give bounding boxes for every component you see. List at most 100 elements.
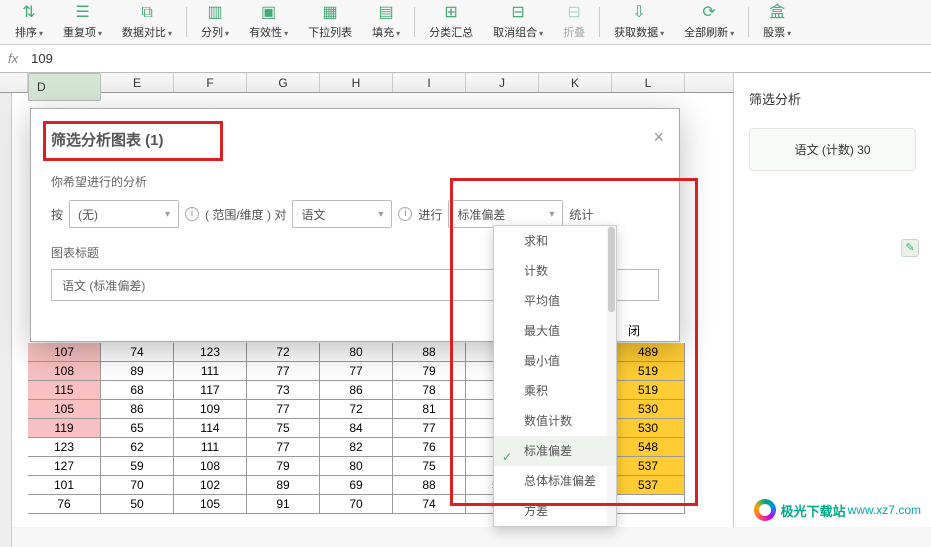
- cell[interactable]: 81: [393, 400, 466, 419]
- cell[interactable]: 75: [247, 419, 320, 438]
- col-header[interactable]: J: [466, 73, 539, 92]
- col-header[interactable]: G: [247, 73, 320, 92]
- edit-icon[interactable]: ✎: [901, 239, 919, 257]
- cell[interactable]: 101: [28, 476, 101, 495]
- dropdown-item[interactable]: 方差: [494, 496, 616, 526]
- cell[interactable]: 117: [174, 381, 247, 400]
- cell[interactable]: 519: [612, 381, 685, 400]
- cell[interactable]: 119: [28, 419, 101, 438]
- cell[interactable]: 530: [612, 419, 685, 438]
- info-icon[interactable]: i: [185, 207, 199, 221]
- col-header[interactable]: K: [539, 73, 612, 92]
- dropdown-item[interactable]: 计数: [494, 256, 616, 286]
- ribbon-collapse[interactable]: ⊟折叠: [553, 1, 595, 43]
- info-icon[interactable]: i: [398, 207, 412, 221]
- dropdown-item[interactable]: 乘积: [494, 376, 616, 406]
- cell[interactable]: 105: [174, 495, 247, 514]
- col-header[interactable]: L: [612, 73, 685, 92]
- cell[interactable]: 79: [247, 457, 320, 476]
- cell[interactable]: 108: [174, 457, 247, 476]
- ribbon-getdata[interactable]: ⇩获取数据▾: [604, 1, 674, 43]
- cell[interactable]: 86: [320, 381, 393, 400]
- cell[interactable]: 88: [393, 476, 466, 495]
- cell[interactable]: 107: [28, 343, 101, 362]
- cell[interactable]: 80: [320, 457, 393, 476]
- cell[interactable]: 76: [393, 438, 466, 457]
- cell[interactable]: 75: [393, 457, 466, 476]
- ribbon-dup[interactable]: ☰重复项▾: [53, 1, 112, 43]
- dropdown-item[interactable]: 最小值: [494, 346, 616, 376]
- cell[interactable]: 123: [28, 438, 101, 457]
- col-header[interactable]: F: [174, 73, 247, 92]
- cell[interactable]: 72: [247, 343, 320, 362]
- dropdown-item[interactable]: 数值计数: [494, 406, 616, 436]
- cell[interactable]: 78: [393, 381, 466, 400]
- dropdown-item[interactable]: 最大值: [494, 316, 616, 346]
- cell[interactable]: 548: [612, 438, 685, 457]
- close-button[interactable]: 闭: [620, 320, 648, 340]
- cell[interactable]: 519: [612, 362, 685, 381]
- cell[interactable]: 530: [612, 400, 685, 419]
- cell[interactable]: 123: [174, 343, 247, 362]
- formula-value[interactable]: 109: [26, 51, 931, 66]
- cell[interactable]: 114: [174, 419, 247, 438]
- col-header[interactable]: H: [320, 73, 393, 92]
- col-header[interactable]: E: [101, 73, 174, 92]
- close-icon[interactable]: ×: [653, 127, 664, 148]
- ribbon-subtotal[interactable]: ⊞分类汇总: [419, 1, 483, 43]
- by-select[interactable]: (无)▾: [69, 200, 179, 228]
- ribbon-stock[interactable]: 盒股票▾: [753, 1, 801, 43]
- cell[interactable]: 77: [247, 362, 320, 381]
- cell[interactable]: 77: [320, 362, 393, 381]
- cell[interactable]: 86: [101, 400, 174, 419]
- cell[interactable]: 537: [612, 457, 685, 476]
- cell[interactable]: 72: [320, 400, 393, 419]
- cell[interactable]: 80: [320, 343, 393, 362]
- cell[interactable]: 88: [393, 343, 466, 362]
- cell[interactable]: 111: [174, 438, 247, 457]
- ribbon-refresh[interactable]: ⟳全部刷新▾: [674, 1, 744, 43]
- cell[interactable]: 62: [101, 438, 174, 457]
- cell[interactable]: 69: [320, 476, 393, 495]
- cell[interactable]: 102: [174, 476, 247, 495]
- col-header[interactable]: I: [393, 73, 466, 92]
- cell[interactable]: 127: [28, 457, 101, 476]
- stat-select[interactable]: 标准偏差▾: [448, 200, 563, 228]
- dim-select[interactable]: 语文▾: [292, 200, 392, 228]
- ribbon-dropdown[interactable]: ▦下拉列表: [298, 1, 362, 43]
- cell[interactable]: 76: [28, 495, 101, 514]
- cell[interactable]: 74: [101, 343, 174, 362]
- cell[interactable]: 59: [101, 457, 174, 476]
- dropdown-item[interactable]: ✓标准偏差: [494, 436, 616, 466]
- cell[interactable]: 77: [247, 438, 320, 457]
- cell[interactable]: 91: [247, 495, 320, 514]
- cell[interactable]: 82: [320, 438, 393, 457]
- cell[interactable]: 89: [101, 362, 174, 381]
- cell[interactable]: 74: [393, 495, 466, 514]
- cell[interactable]: 79: [393, 362, 466, 381]
- ribbon-fill[interactable]: ▤填充▾: [362, 1, 410, 43]
- cell[interactable]: 77: [247, 400, 320, 419]
- ribbon-compare[interactable]: ⧉数据对比▾: [112, 1, 182, 43]
- fx-label[interactable]: fx: [0, 51, 26, 66]
- ribbon-ungroup[interactable]: ⊟取消组合▾: [483, 1, 553, 43]
- cell[interactable]: 105: [28, 400, 101, 419]
- dropdown-item[interactable]: 求和: [494, 226, 616, 256]
- cell[interactable]: 73: [247, 381, 320, 400]
- cell[interactable]: 111: [174, 362, 247, 381]
- cell[interactable]: 77: [393, 419, 466, 438]
- filter-card[interactable]: 语文 (计数) 30: [749, 128, 916, 171]
- dropdown-item[interactable]: 平均值: [494, 286, 616, 316]
- cell[interactable]: 109: [174, 400, 247, 419]
- cell[interactable]: 537: [612, 476, 685, 495]
- cell[interactable]: [612, 495, 685, 514]
- cell[interactable]: 68: [101, 381, 174, 400]
- dropdown-item[interactable]: 总体标准偏差: [494, 466, 616, 496]
- ribbon-sort[interactable]: ⇅排序▾: [5, 1, 53, 43]
- cell[interactable]: 84: [320, 419, 393, 438]
- ribbon-valid[interactable]: ▣有效性▾: [239, 1, 298, 43]
- ribbon-split[interactable]: ▥分列▾: [191, 1, 239, 43]
- cell[interactable]: 70: [320, 495, 393, 514]
- cell[interactable]: 50: [101, 495, 174, 514]
- cell[interactable]: 108: [28, 362, 101, 381]
